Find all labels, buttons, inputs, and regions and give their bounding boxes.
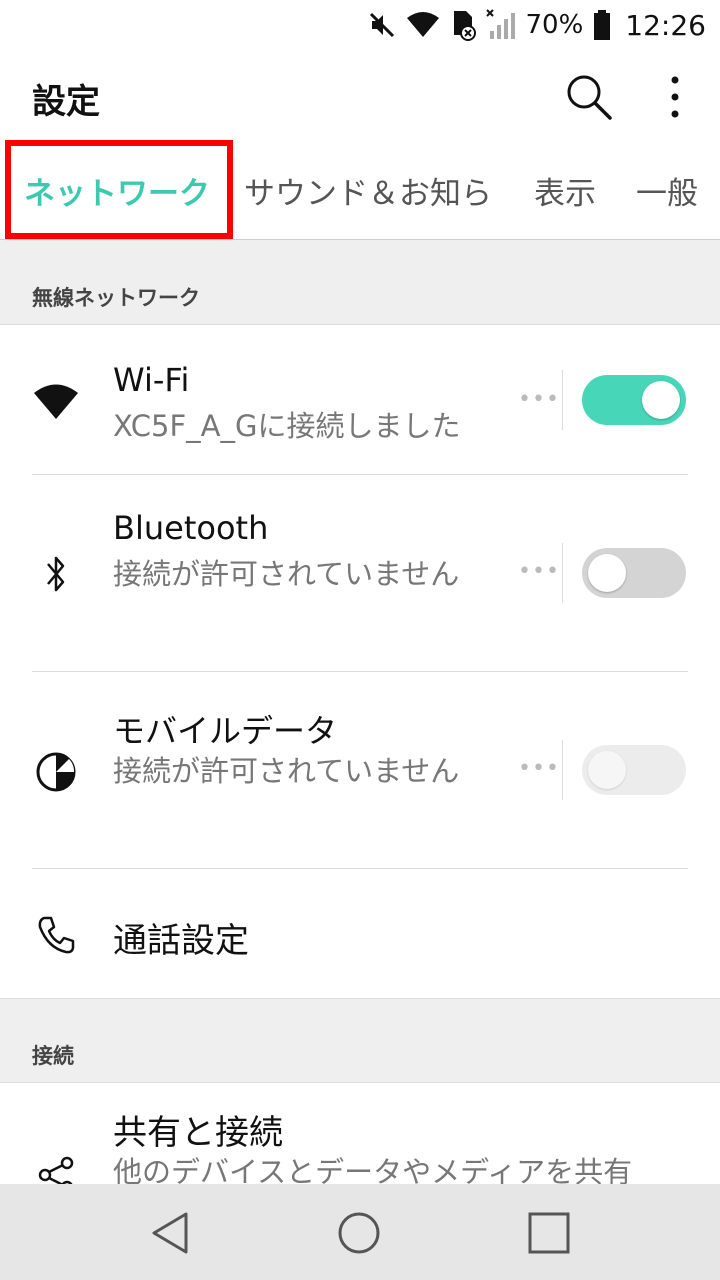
section-label: 無線ネットワーク [32, 286, 200, 310]
mute-icon [368, 11, 396, 39]
phone-icon [32, 911, 80, 959]
item-title: モバイルデータ [113, 712, 338, 750]
item-subtitle: 接続が許可されていません [113, 557, 460, 591]
bluetooth-icon [32, 550, 80, 598]
section-label: 接続 [32, 1044, 74, 1068]
divider-vertical [562, 740, 563, 800]
home-icon [338, 1212, 380, 1254]
bluetooth-toggle[interactable] [582, 548, 686, 598]
signal-icon [485, 9, 516, 41]
more-dots: ••• [518, 756, 560, 781]
more-dots: ••• [518, 387, 560, 412]
divider-vertical [562, 543, 563, 603]
divider-vertical [562, 370, 563, 430]
more-vert-icon [671, 76, 679, 118]
list-item-wifi[interactable]: Wi-Fi XC5F_A_Gに接続しました ••• [0, 325, 720, 475]
wifi-status-icon [406, 12, 440, 38]
sim-icon [450, 9, 476, 41]
battery-percent: 70% [525, 10, 584, 40]
search-icon [567, 75, 612, 120]
page-title: 設定 [32, 82, 100, 122]
list-item-call-settings[interactable]: 通話設定 [0, 869, 720, 997]
share-icon [32, 1151, 80, 1184]
search-button[interactable] [564, 72, 614, 122]
toggle-knob [642, 381, 680, 419]
app-bar: 設定 [0, 50, 720, 140]
back-button[interactable] [146, 1208, 196, 1258]
item-subtitle: XC5F_A_Gに接続しました [113, 409, 461, 443]
battery-icon [593, 9, 611, 41]
item-title: Wi-Fi [113, 361, 190, 399]
item-title: Bluetooth [113, 509, 269, 547]
recents-icon [528, 1212, 570, 1254]
tab-sound-notifications[interactable]: サウンド＆お知ら [244, 140, 500, 240]
tab-general[interactable]: 一般 [624, 140, 720, 240]
tab-bar: ネットワーク サウンド＆お知ら 表示 一般 [0, 140, 720, 240]
toggle-knob [588, 554, 626, 592]
home-button[interactable] [334, 1208, 384, 1258]
mobile-data-icon [32, 748, 80, 796]
wifi-icon [32, 378, 80, 426]
clock: 12:26 [625, 8, 706, 42]
toggle-knob [588, 751, 626, 789]
item-title: 共有と接続 [113, 1113, 283, 1153]
navigation-bar [0, 1184, 720, 1280]
item-subtitle: 接続が許可されていません [113, 754, 460, 788]
list-item-mobile-data[interactable]: モバイルデータ 接続が許可されていません ••• [0, 672, 720, 869]
more-dots: ••• [518, 559, 560, 584]
section-header-wireless: 無線ネットワーク [0, 241, 720, 325]
more-options-button[interactable] [660, 72, 690, 122]
mobile-data-toggle[interactable] [582, 745, 686, 795]
settings-screen: 70% 12:26 設定 ネットワーク サウンド＆お知ら 表示 一般 無線ネット… [0, 0, 720, 1280]
list-item-share-connect[interactable]: 共有と接続 他のデバイスとデータやメディアを共有 [0, 1083, 720, 1184]
back-icon [152, 1212, 188, 1254]
item-title: 通話設定 [113, 921, 249, 961]
highlight-box [5, 140, 233, 239]
list-item-bluetooth[interactable]: Bluetooth 接続が許可されていません ••• [0, 475, 720, 672]
tab-display[interactable]: 表示 [520, 140, 610, 240]
wifi-toggle[interactable] [582, 375, 686, 425]
status-bar: 70% 12:26 [0, 0, 720, 50]
settings-list: 無線ネットワーク Wi-Fi XC5F_A_Gに接続しました ••• Bluet… [0, 241, 720, 1184]
recents-button[interactable] [524, 1208, 574, 1258]
item-subtitle: 他のデバイスとデータやメディアを共有 [113, 1155, 633, 1184]
section-header-connection: 接続 [0, 998, 720, 1083]
